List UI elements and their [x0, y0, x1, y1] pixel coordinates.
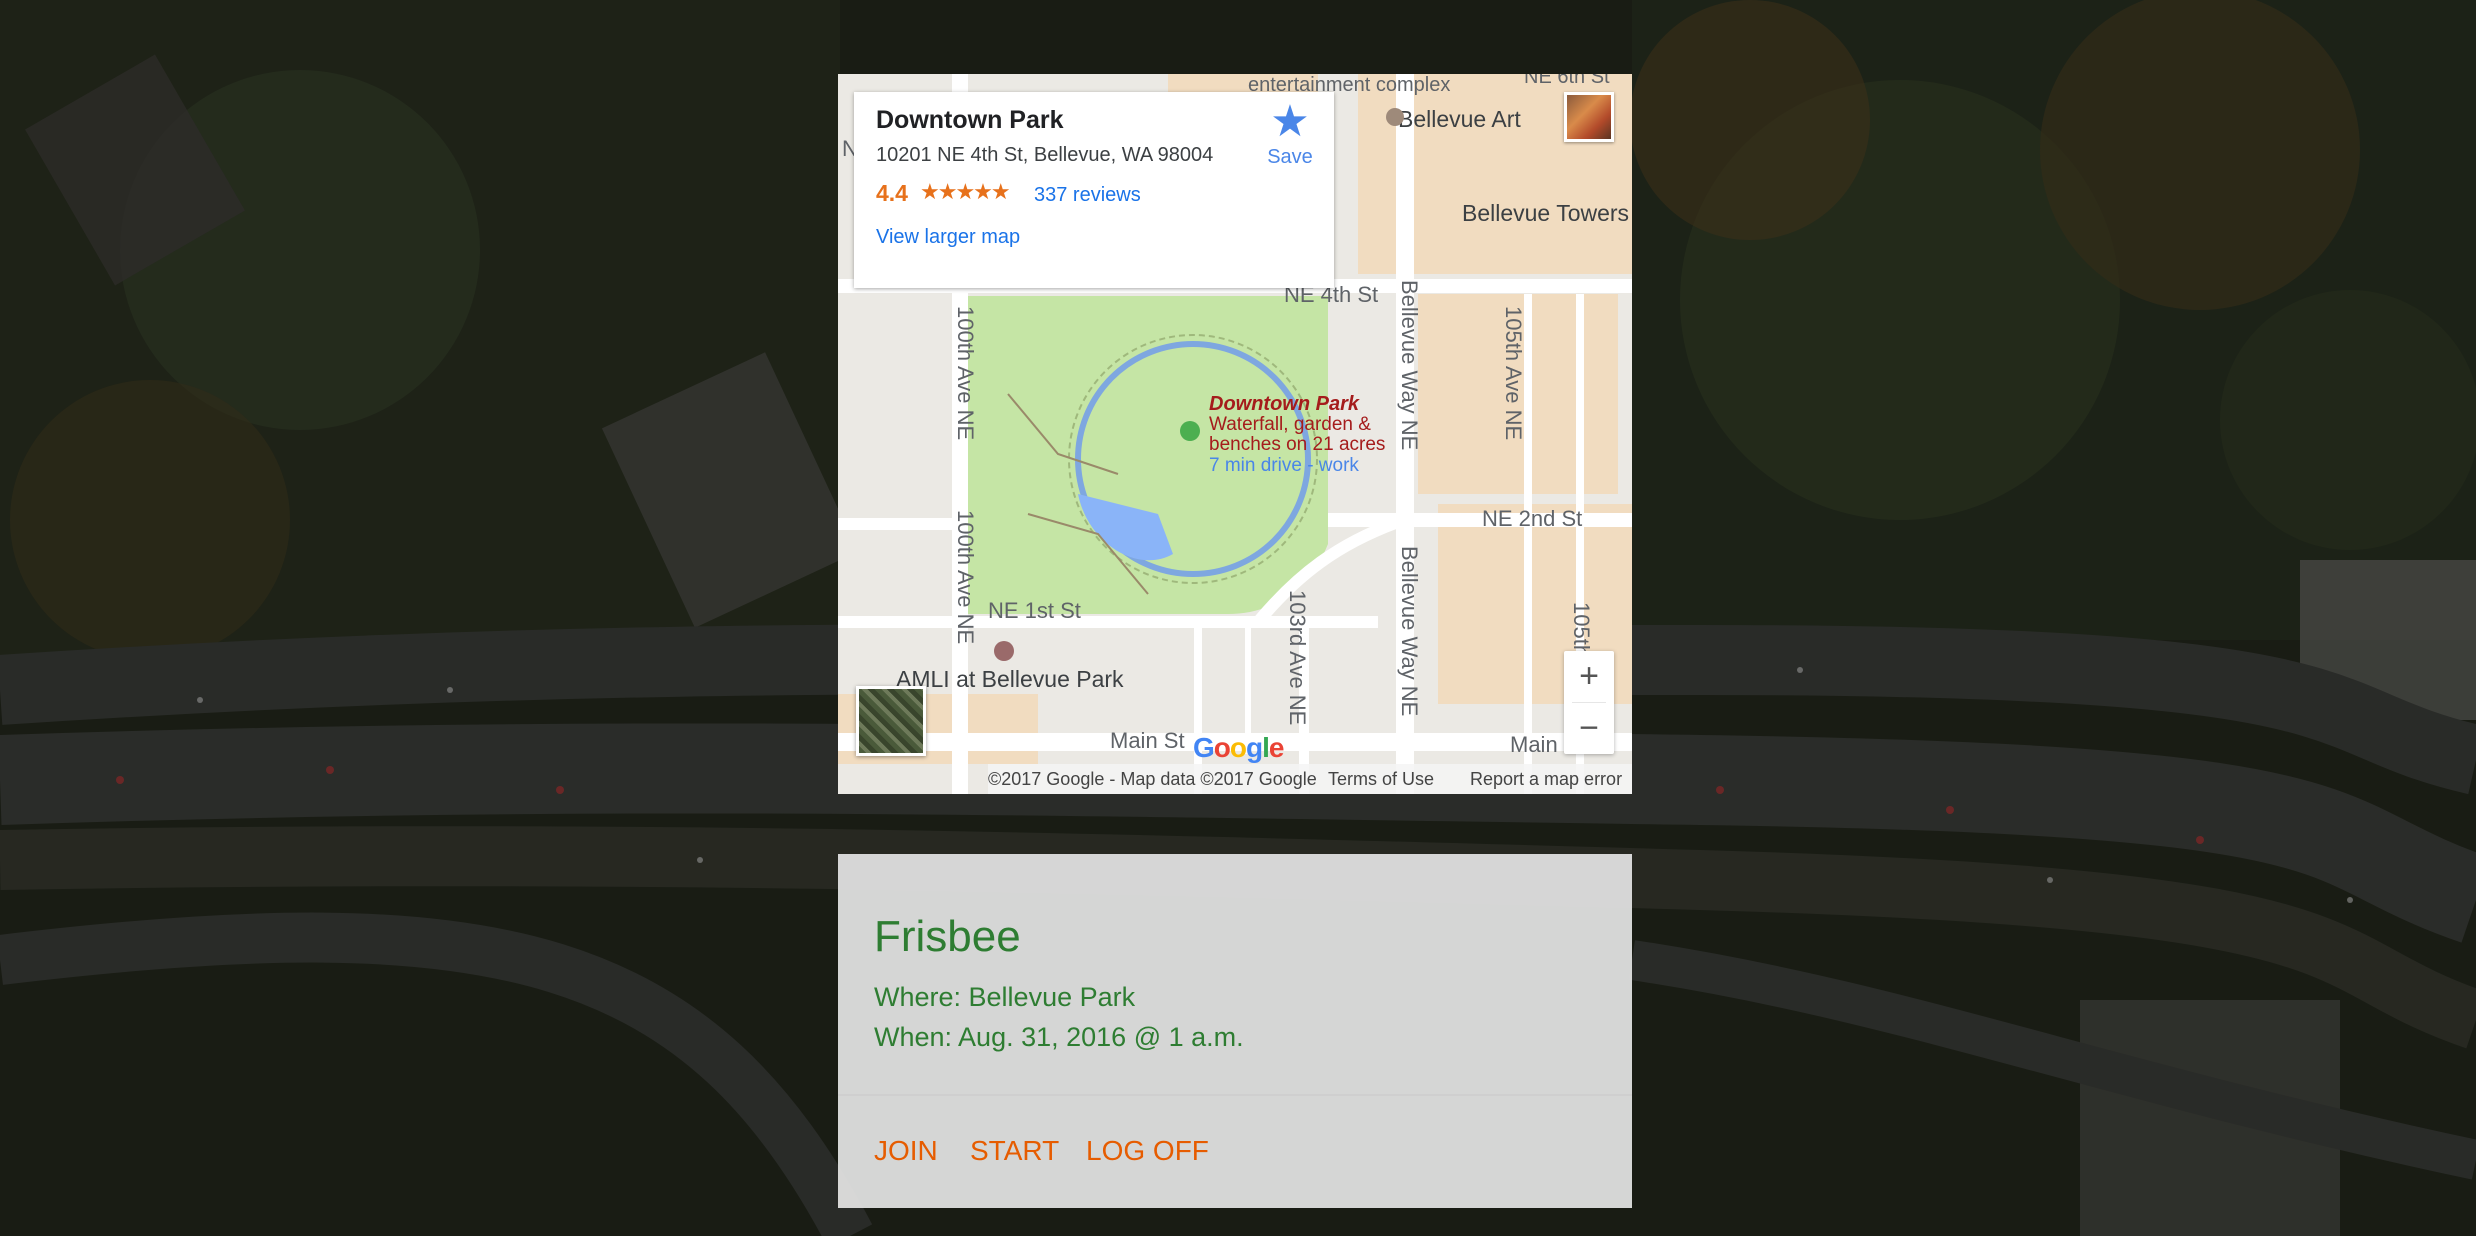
place-info-window: Downtown Park 10201 NE 4th St, Bellevue,… [854, 92, 1334, 288]
zoom-in-button[interactable]: + [1564, 651, 1614, 702]
view-larger-map-link[interactable]: View larger map [876, 226, 1020, 249]
map-copyright: ©2017 Google - Map data ©2017 Google [988, 769, 1317, 789]
place-name: Downtown Park [876, 106, 1064, 134]
reviews-link[interactable]: 337 reviews [1034, 184, 1141, 207]
map-label-100th-bottom: 100th Ave NE [953, 510, 978, 645]
poi-description: Waterfall, garden & benches on 21 acres [1209, 414, 1386, 455]
log-off-button[interactable]: LOG OFF [1086, 1135, 1209, 1167]
place-rating: 4.4 [876, 180, 908, 206]
map-label-ne2nd: NE 2nd St [1482, 506, 1583, 531]
save-label: Save [1267, 146, 1313, 168]
card-divider [838, 1094, 1632, 1096]
zoom-out-button[interactable]: − [1564, 703, 1614, 754]
map-label-ne6th: NE 6th St [1524, 74, 1610, 88]
star-icon: ★ [1270, 97, 1310, 146]
event-title: Frisbee [874, 912, 1021, 961]
embedded-map[interactable]: entertainment complex NE 6th St Bellevue… [838, 74, 1632, 794]
map-label-ne1st: NE 1st St [988, 598, 1081, 623]
map-label-main-st-left: Main St [1110, 728, 1185, 753]
museum-icon [1386, 108, 1404, 126]
rating-stars-icon: ★★★★★ [920, 179, 1011, 204]
save-button[interactable]: ★ Save [1259, 100, 1321, 169]
map-label-bellevue-way-top: Bellevue Way NE [1397, 280, 1422, 451]
map-label-bellevue-way-bottom: Bellevue Way NE [1397, 546, 1422, 717]
place-address: 10201 NE 4th St, Bellevue, WA 98004 [876, 144, 1214, 166]
map-label-105th-top: 105th Ave NE [1501, 306, 1526, 441]
map-label-100th-top: 100th Ave NE [953, 306, 978, 441]
map-label-103rd: 103rd Ave NE [1285, 590, 1310, 726]
place-pin-icon [994, 641, 1014, 661]
map-attribution-bar: ©2017 Google - Map data ©2017 Google Ter… [988, 764, 1632, 794]
join-button[interactable]: JOIN [874, 1135, 938, 1167]
terms-of-use-link[interactable]: Terms of Use [1328, 769, 1434, 790]
map-label-bellevue-arts: Bellevue Art [1398, 106, 1521, 132]
map-label-amli: AMLI at Bellevue Park [896, 666, 1124, 692]
start-button[interactable]: START [970, 1135, 1059, 1167]
event-card: Frisbee Where: Bellevue Park When: Aug. … [838, 854, 1632, 1208]
google-logo: Google [1193, 732, 1284, 763]
event-time: When: Aug. 31, 2016 @ 1 a.m. [874, 1022, 1244, 1052]
park-pin-icon[interactable] [1180, 421, 1200, 441]
place-photo-thumbnail[interactable] [1564, 92, 1614, 142]
poi-title[interactable]: Downtown Park [1209, 393, 1359, 416]
zoom-control: + − [1564, 651, 1614, 754]
event-location: Where: Bellevue Park [874, 982, 1136, 1012]
report-map-error-link[interactable]: Report a map error [1470, 769, 1622, 790]
map-label-bellevue-towers: Bellevue Towers [1462, 200, 1630, 226]
poi-drive-time: 7 min drive - work [1209, 455, 1359, 476]
satellite-toggle-button[interactable] [856, 686, 926, 756]
